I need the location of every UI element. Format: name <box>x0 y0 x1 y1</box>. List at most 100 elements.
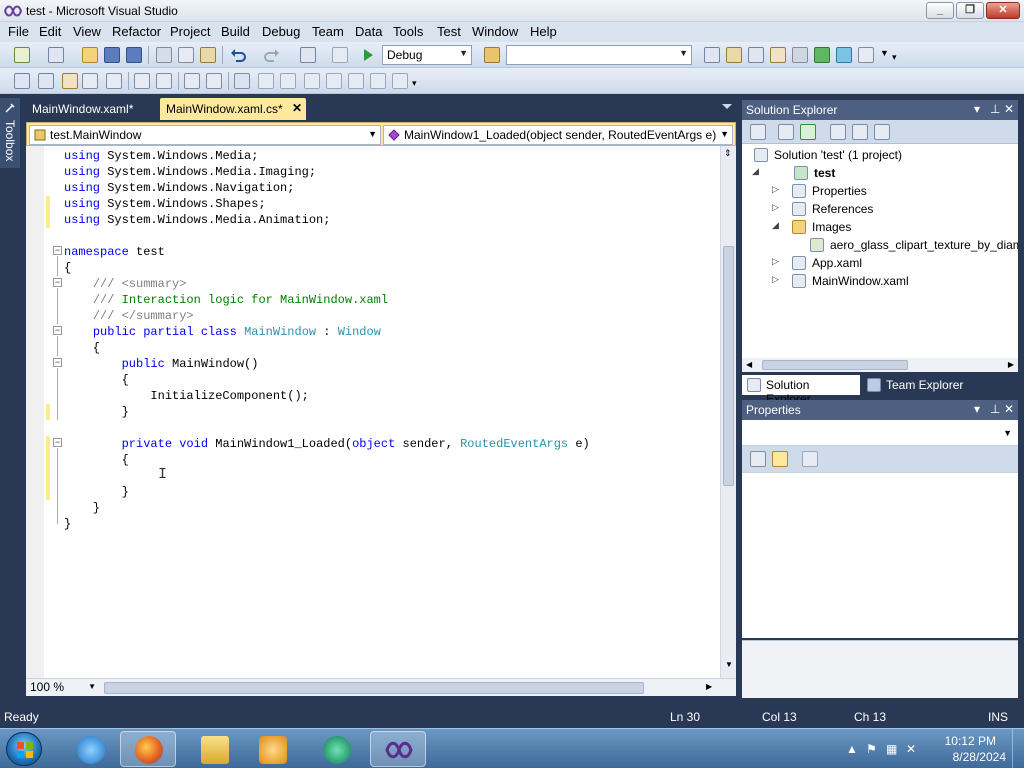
toolbar-options-icon[interactable]: ▾ <box>892 52 897 63</box>
collapse-namespace-icon[interactable]: − <box>53 246 62 255</box>
command-window-icon[interactable] <box>858 47 874 63</box>
start-debugging-icon[interactable] <box>360 47 376 63</box>
scroll-right-icon[interactable]: ▶ <box>1008 360 1014 369</box>
copy-icon[interactable] <box>178 47 194 63</box>
zoom-combo[interactable]: 100 % ▼ <box>28 680 98 696</box>
close-button[interactable]: ✕ <box>986 2 1020 19</box>
decrease-indent-icon[interactable] <box>106 73 122 89</box>
window-position-dropdown-icon[interactable]: ▾ <box>974 102 980 116</box>
close-panel-icon[interactable]: ✕ <box>1004 402 1014 416</box>
scrollbar-thumb[interactable] <box>723 246 734 486</box>
start-page-icon[interactable] <box>814 47 830 63</box>
tree-item-images[interactable]: ◢ Images <box>748 218 1008 236</box>
scroll-left-icon[interactable]: ◀ <box>746 360 752 369</box>
menu-file[interactable]: File <box>8 24 29 39</box>
tab-solution-explorer[interactable]: Solution Explorer <box>742 375 860 406</box>
active-files-dropdown-icon[interactable] <box>722 104 732 109</box>
taskbar-file-explorer[interactable] <box>186 731 242 767</box>
solution-configuration-combo[interactable]: Debug ▼ <box>382 45 472 65</box>
editor-horizontal-scrollbar[interactable] <box>104 682 644 694</box>
taskbar-media-player[interactable] <box>244 731 300 767</box>
collapse-method-icon[interactable]: − <box>53 438 62 447</box>
scroll-right-icon[interactable]: ▶ <box>706 682 712 691</box>
taskbar-firefox[interactable] <box>120 731 176 767</box>
display-object-member-list-icon[interactable] <box>14 73 30 89</box>
start-button[interactable] <box>6 732 42 766</box>
tree-item-app-xaml[interactable]: ▷ App.xaml <box>748 254 1008 272</box>
split-handle-icon[interactable]: ⇕ <box>724 148 732 159</box>
show-hidden-icons-icon[interactable]: ▲ <box>846 742 860 756</box>
indicator-margin[interactable] <box>26 146 44 678</box>
toolbox-tab[interactable]: Toolbox <box>0 98 20 168</box>
comment-out-icon[interactable] <box>184 73 200 89</box>
solution-explorer-horizontal-scrollbar[interactable]: ◀ ▶ <box>742 358 1018 372</box>
clock-time[interactable]: 10:12 PM <box>945 734 996 748</box>
network-icon[interactable]: ▦ <box>886 742 900 756</box>
window-position-dropdown-icon[interactable]: ▾ <box>974 402 980 416</box>
volume-muted-icon[interactable]: ✕ <box>906 742 920 756</box>
tree-item-image-file[interactable]: aero_glass_clipart_texture_by_diamo <box>748 236 1018 254</box>
clear-bookmarks-icon[interactable] <box>392 73 408 89</box>
tab-mainwindow-xaml[interactable]: MainWindow.xaml* <box>26 98 156 120</box>
display-quick-info-icon[interactable] <box>62 73 78 89</box>
property-pages-icon[interactable] <box>802 451 818 467</box>
cut-icon[interactable] <box>156 47 172 63</box>
menu-view[interactable]: View <box>73 24 101 39</box>
close-tab-icon[interactable]: ✕ <box>292 101 302 115</box>
menu-tools[interactable]: Tools <box>393 24 423 39</box>
tree-item-references[interactable]: ▷ References <box>748 200 1008 218</box>
collapse-constructor-icon[interactable]: − <box>53 358 62 367</box>
find-in-files-icon[interactable] <box>484 47 500 63</box>
extension-manager-icon[interactable] <box>836 47 852 63</box>
menu-help[interactable]: Help <box>530 24 557 39</box>
scrollbar-thumb[interactable] <box>762 360 908 370</box>
redo-icon[interactable] <box>264 47 280 63</box>
previous-bookmark-icon[interactable] <box>258 73 274 89</box>
display-word-completion-icon[interactable] <box>82 73 98 89</box>
collapsed-arrow-icon[interactable]: ▷ <box>772 256 779 267</box>
chevron-down-icon[interactable]: ▼ <box>880 48 889 58</box>
collapse-summary-icon[interactable]: − <box>53 278 62 287</box>
next-bookmark-icon[interactable] <box>280 73 296 89</box>
menu-project[interactable]: Project <box>170 24 210 39</box>
tab-team-explorer[interactable]: Team Explorer <box>862 375 982 395</box>
undo-icon[interactable] <box>230 47 246 63</box>
editor-vertical-scrollbar[interactable]: ⇕ ▼ <box>720 146 736 678</box>
next-bookmark-in-document-icon[interactable] <box>370 73 386 89</box>
collapse-class-icon[interactable]: − <box>53 326 62 335</box>
menu-test[interactable]: Test <box>437 24 461 39</box>
tools-icon[interactable] <box>792 47 808 63</box>
properties-icon[interactable] <box>750 124 766 140</box>
menu-team[interactable]: Team <box>312 24 344 39</box>
show-desktop-button[interactable] <box>1012 729 1024 768</box>
toggle-bookmark-icon[interactable] <box>234 73 250 89</box>
refresh-icon[interactable] <box>800 124 816 140</box>
menu-refactor[interactable]: Refactor <box>112 24 161 39</box>
add-item-icon[interactable] <box>48 47 64 63</box>
collapsed-arrow-icon[interactable]: ▷ <box>772 274 779 285</box>
open-file-icon[interactable] <box>82 47 98 63</box>
code-editor[interactable]: − − − − − using System.Windows.Media; usi… <box>26 146 736 678</box>
action-center-flag-icon[interactable]: ⚑ <box>866 742 880 756</box>
taskbar-internet-explorer[interactable] <box>62 731 118 767</box>
properties-window-icon[interactable] <box>726 47 742 63</box>
minimize-button[interactable]: _ <box>926 2 954 19</box>
menu-window[interactable]: Window <box>472 24 518 39</box>
display-parameter-info-icon[interactable] <box>38 73 54 89</box>
view-class-diagram-icon[interactable] <box>874 124 890 140</box>
toolbar-options-icon[interactable]: ▾ <box>412 78 417 89</box>
solution-explorer-icon[interactable] <box>704 47 720 63</box>
previous-bookmark-in-folder-icon[interactable] <box>304 73 320 89</box>
maximize-button[interactable]: ❐ <box>956 2 984 19</box>
tree-item-solution[interactable]: Solution 'test' (1 project) <box>748 146 1008 164</box>
categorized-icon[interactable] <box>750 451 766 467</box>
tab-mainwindow-xaml-cs[interactable]: MainWindow.xaml.cs* ✕ <box>160 98 306 120</box>
code-text[interactable]: using System.Windows.Media; using System.… <box>64 148 590 532</box>
find-combo[interactable]: ▼ <box>506 45 692 65</box>
save-icon[interactable] <box>104 47 120 63</box>
view-code-icon[interactable] <box>830 124 846 140</box>
new-project-icon[interactable] <box>14 47 30 63</box>
auto-hide-pin-icon[interactable]: ⊥ <box>990 102 1000 116</box>
paste-icon[interactable] <box>200 47 216 63</box>
view-designer-icon[interactable] <box>852 124 868 140</box>
